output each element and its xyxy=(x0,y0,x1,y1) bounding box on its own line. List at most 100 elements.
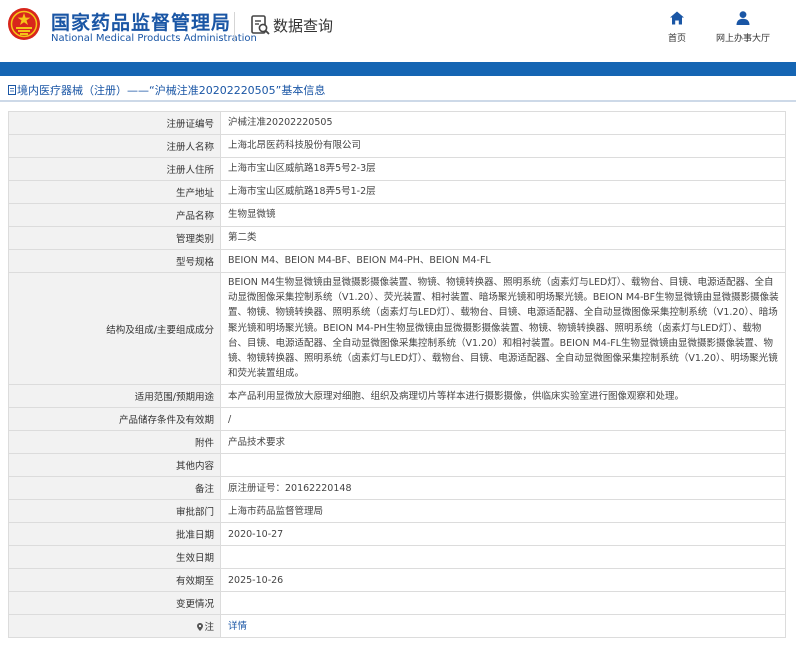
field-label-text: 有效期至 xyxy=(175,576,214,588)
table-row: 备注 原注册证号：20162220148 xyxy=(8,476,786,501)
field-value: 详情 xyxy=(220,614,786,639)
table-row: 其他内容 xyxy=(8,453,786,478)
field-label: 管理类别 xyxy=(8,226,221,250)
field-label: 备注 xyxy=(8,476,221,501)
field-label-text: 备注 xyxy=(194,484,214,496)
field-value-text: 生物显微镜 xyxy=(228,209,276,221)
detail-link[interactable]: 详情 xyxy=(228,621,247,632)
field-label: 生效日期 xyxy=(8,545,221,570)
pin-icon xyxy=(197,623,204,632)
field-label-text: 注册人名称 xyxy=(166,142,214,153)
section-title: 数据查询 xyxy=(273,17,334,35)
field-label-text: 型号规格 xyxy=(175,257,214,268)
field-value: 第二类 xyxy=(220,226,786,250)
site-header: 国家药品监督管理局 National Medical Products Admi… xyxy=(0,0,796,62)
field-label: 注册人住所 xyxy=(8,157,221,181)
field-label: 产品名称 xyxy=(8,203,221,227)
field-value: 上海市宝山区威航路18弄5号2-3层 xyxy=(220,157,786,181)
table-row: 产品名称 生物显微镜 xyxy=(8,203,786,227)
breadcrumb-text: 境内医疗器械（注册）——“沪械注准20202220505”基本信息 xyxy=(17,84,326,97)
field-label-text: 其他内容 xyxy=(175,461,214,473)
table-row: 产品储存条件及有效期 / xyxy=(8,407,786,432)
field-label: 有效期至 xyxy=(8,568,221,593)
breadcrumb: 境内医疗器械（注册）——“沪械注准20202220505”基本信息 xyxy=(8,82,325,98)
nav-online-hall-link[interactable]: 网上办事大厅 xyxy=(711,10,775,44)
table-row: 型号规格 BEION M4、BEION M4-BF、BEION M4-PH、BEI… xyxy=(8,249,786,273)
table-row: 注册人住所 上海市宝山区威航路18弄5号2-3层 xyxy=(8,157,786,181)
field-value-text: 产品技术要求 xyxy=(228,436,286,448)
field-label-text: 批准日期 xyxy=(175,530,214,542)
table-row: 批准日期 2020-10-27 xyxy=(8,522,786,547)
field-value-text: 2025-10-26 xyxy=(228,574,284,586)
field-value xyxy=(220,591,786,616)
field-label: 注 xyxy=(8,614,221,639)
field-value-text: BEION M4、BEION M4-BF、BEION M4-PH、BEION M… xyxy=(228,255,491,267)
field-value-text: BEION M4生物显微镜由显微摄影摄像装置、物镜、物镜转换器、照明系统（卤素灯… xyxy=(228,277,779,380)
field-value: 上海市宝山区威航路18弄5号1-2层 xyxy=(220,180,786,204)
field-label: 产品储存条件及有效期 xyxy=(8,407,221,432)
brand-title: 国家药品监督管理局 xyxy=(51,12,232,34)
field-label: 注册人名称 xyxy=(8,134,221,158)
field-label-text: 变更情况 xyxy=(175,599,214,611)
table-row: 管理类别 第二类 xyxy=(8,226,786,250)
table-row: 有效期至 2025-10-26 xyxy=(8,568,786,593)
field-value-text: 上海市宝山区威航路18弄5号2-3层 xyxy=(228,163,376,175)
field-label-text: 生产地址 xyxy=(175,188,214,199)
field-value-text: 上海北昂医药科技股份有限公司 xyxy=(228,140,362,152)
field-label-text: 附件 xyxy=(194,438,214,450)
breadcrumb-underline xyxy=(0,100,796,102)
device-info-table: 注册证编号 沪械注准20202220505 注册人名称 上海北昂医药科技股份有限公司注… xyxy=(8,111,786,639)
field-value-text: 沪械注准20202220505 xyxy=(228,117,333,129)
field-value: 2025-10-26 xyxy=(220,568,786,593)
field-label-text: 结构及组成/主要组成成分 xyxy=(106,324,214,336)
field-label: 生产地址 xyxy=(8,180,221,204)
document-search-icon xyxy=(251,15,270,35)
field-value-text: / xyxy=(228,413,232,425)
field-label-text: 注册证编号 xyxy=(166,119,214,130)
field-label: 结构及组成/主要组成成分 xyxy=(8,271,221,386)
field-value-text: 第二类 xyxy=(228,232,257,244)
table-row: 注册证编号 沪械注准20202220505 xyxy=(8,111,786,135)
table-row: 变更情况 xyxy=(8,591,786,616)
table-row: 审批部门 上海市药品监督管理局 xyxy=(8,499,786,524)
table-row: 结构及组成/主要组成成分 BEION M4生物显微镜由显微摄影摄像装置、物镜、物镜… xyxy=(8,271,786,386)
document-icon xyxy=(8,85,16,95)
field-label-text: 注册人住所 xyxy=(166,165,214,176)
field-label-text: 适用范围/预期用途 xyxy=(134,392,214,404)
field-value: 本产品利用显微放大原理对细胞、组织及病理切片等样本进行摄影摄像，供临床实验室进行… xyxy=(220,384,786,409)
field-label-text: 管理类别 xyxy=(175,234,214,245)
field-value: 上海北昂医药科技股份有限公司 xyxy=(220,134,786,158)
field-label: 审批部门 xyxy=(8,499,221,524)
field-value: BEION M4生物显微镜由显微摄影摄像装置、物镜、物镜转换器、照明系统（卤素灯… xyxy=(220,271,786,386)
brand-subtitle: National Medical Products Administration xyxy=(51,33,257,44)
field-label: 型号规格 xyxy=(8,249,221,273)
table-row: 生效日期 xyxy=(8,545,786,570)
field-label-text: 产品储存条件及有效期 xyxy=(118,415,214,427)
home-icon xyxy=(670,11,684,25)
field-value: 2020-10-27 xyxy=(220,522,786,547)
user-icon xyxy=(736,11,750,25)
field-label: 变更情况 xyxy=(8,591,221,616)
field-value: 生物显微镜 xyxy=(220,203,786,227)
field-value: 沪械注准20202220505 xyxy=(220,111,786,135)
field-label: 注册证编号 xyxy=(8,111,221,135)
field-label-text: 生效日期 xyxy=(175,553,214,565)
field-value: / xyxy=(220,407,786,432)
field-value-text: 本产品利用显微放大原理对细胞、组织及病理切片等样本进行摄影摄像，供临床实验室进行… xyxy=(228,390,685,402)
field-value-text: 上海市宝山区威航路18弄5号1-2层 xyxy=(228,186,376,198)
nav-home-label: 首页 xyxy=(667,34,686,44)
field-label: 适用范围/预期用途 xyxy=(8,384,221,409)
field-value-text: 2020-10-27 xyxy=(228,528,284,540)
nav-online-hall-label: 网上办事大厅 xyxy=(715,34,770,44)
field-value: BEION M4、BEION M4-BF、BEION M4-PH、BEION M… xyxy=(220,249,786,273)
national-emblem-icon xyxy=(8,8,40,40)
field-value: 上海市药品监督管理局 xyxy=(220,499,786,524)
nav-home-link[interactable]: 首页 xyxy=(662,10,692,44)
field-value: 原注册证号：20162220148 xyxy=(220,476,786,501)
field-value xyxy=(220,545,786,570)
field-value: 产品技术要求 xyxy=(220,430,786,455)
field-label-text: 产品名称 xyxy=(175,211,214,222)
table-row: 注册人名称 上海北昂医药科技股份有限公司 xyxy=(8,134,786,158)
header-divider xyxy=(234,12,235,42)
field-label-text: 审批部门 xyxy=(175,507,214,519)
